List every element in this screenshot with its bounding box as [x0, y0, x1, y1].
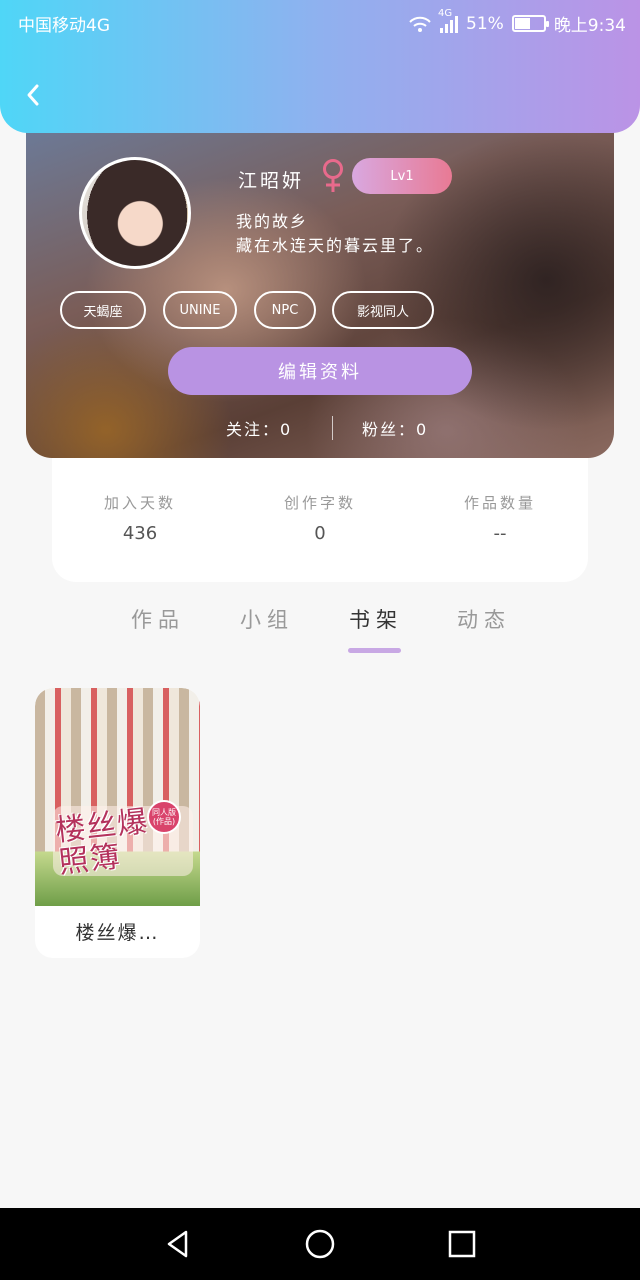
bio-line: 我的故乡: [236, 212, 309, 231]
circle-home-icon: [305, 1229, 335, 1259]
status-icons: 4G 51% 晚上9:34: [408, 8, 626, 36]
stat-value: 436: [122, 523, 158, 544]
stat-word-count: 创作字数 0: [250, 492, 390, 544]
bio: 我的故乡 藏在水连天的暮云里了。: [236, 210, 434, 258]
stat-join-days: 加入天数 436: [70, 492, 210, 544]
clock: 晚上9:34: [553, 16, 626, 36]
tag-chip[interactable]: UNINE: [163, 291, 237, 329]
book-title: 楼丝爆…: [75, 922, 160, 944]
back-button[interactable]: [18, 78, 48, 112]
stat-label: 创作字数: [283, 494, 356, 512]
nav-home-button[interactable]: [302, 1226, 338, 1262]
cover-seal: 同人版(作品): [147, 800, 181, 834]
stat-work-count: 作品数量 --: [430, 492, 570, 544]
header-bar: 中国移动4G 4G 51% 晚上9:34: [0, 0, 640, 133]
female-icon: [323, 159, 343, 192]
stat-label: 加入天数: [103, 494, 176, 512]
status-bar: 中国移动4G 4G 51% 晚上9:34: [0, 0, 640, 44]
stats-card: 加入天数 436 创作字数 0 作品数量 --: [52, 440, 588, 582]
battery-percent: 51%: [466, 13, 504, 34]
signal-icon: 4G: [438, 8, 459, 33]
battery-icon: [511, 15, 549, 32]
system-nav-bar: [0, 1208, 640, 1280]
tag-chip[interactable]: NPC: [254, 291, 316, 329]
tab-bar: 作品 小组 书架 动态: [0, 600, 640, 660]
carrier-label: 中国移动4G: [18, 16, 110, 36]
network-badge: 4G: [438, 7, 453, 19]
edit-profile-button[interactable]: 编辑资料: [168, 347, 472, 395]
tab-groups[interactable]: 小组: [240, 604, 294, 634]
book-cover: 楼丝爆照簿 同人版(作品): [35, 688, 200, 906]
stat-label: 作品数量: [463, 494, 536, 512]
username: 江昭妍: [238, 170, 305, 192]
profile-card: 江昭妍 Lv1 我的故乡 藏在水连天的暮云里了。 天蝎座 UNINE NPC 影…: [26, 100, 614, 458]
chevron-left-icon: [27, 84, 39, 106]
follow-stats: 关注：0 粉丝：0: [26, 416, 614, 442]
tag-chip[interactable]: 天蝎座: [60, 291, 146, 329]
tab-works[interactable]: 作品: [131, 604, 185, 634]
tab-activity[interactable]: 动态: [457, 604, 511, 634]
nav-recents-button[interactable]: [444, 1226, 480, 1262]
stat-value: 0: [314, 523, 326, 544]
level-badge: Lv1: [352, 158, 452, 194]
book-card[interactable]: 楼丝爆照簿 同人版(作品) 楼丝爆…: [35, 688, 200, 958]
tag-chip[interactable]: 影视同人: [332, 291, 434, 329]
tab-bookshelf[interactable]: 书架: [349, 604, 403, 634]
avatar[interactable]: [79, 157, 191, 269]
triangle-back-icon: [167, 1230, 188, 1258]
tab-indicator: [348, 648, 401, 653]
wifi-icon: [408, 15, 432, 33]
divider: [332, 416, 333, 440]
fans-count[interactable]: 粉丝：0: [362, 416, 428, 440]
following-count[interactable]: 关注：0: [226, 416, 292, 440]
stat-value: --: [493, 523, 507, 544]
nav-back-button[interactable]: [160, 1226, 196, 1262]
square-recents-icon: [448, 1230, 476, 1258]
bio-line: 藏在水连天的暮云里了。: [236, 236, 435, 255]
